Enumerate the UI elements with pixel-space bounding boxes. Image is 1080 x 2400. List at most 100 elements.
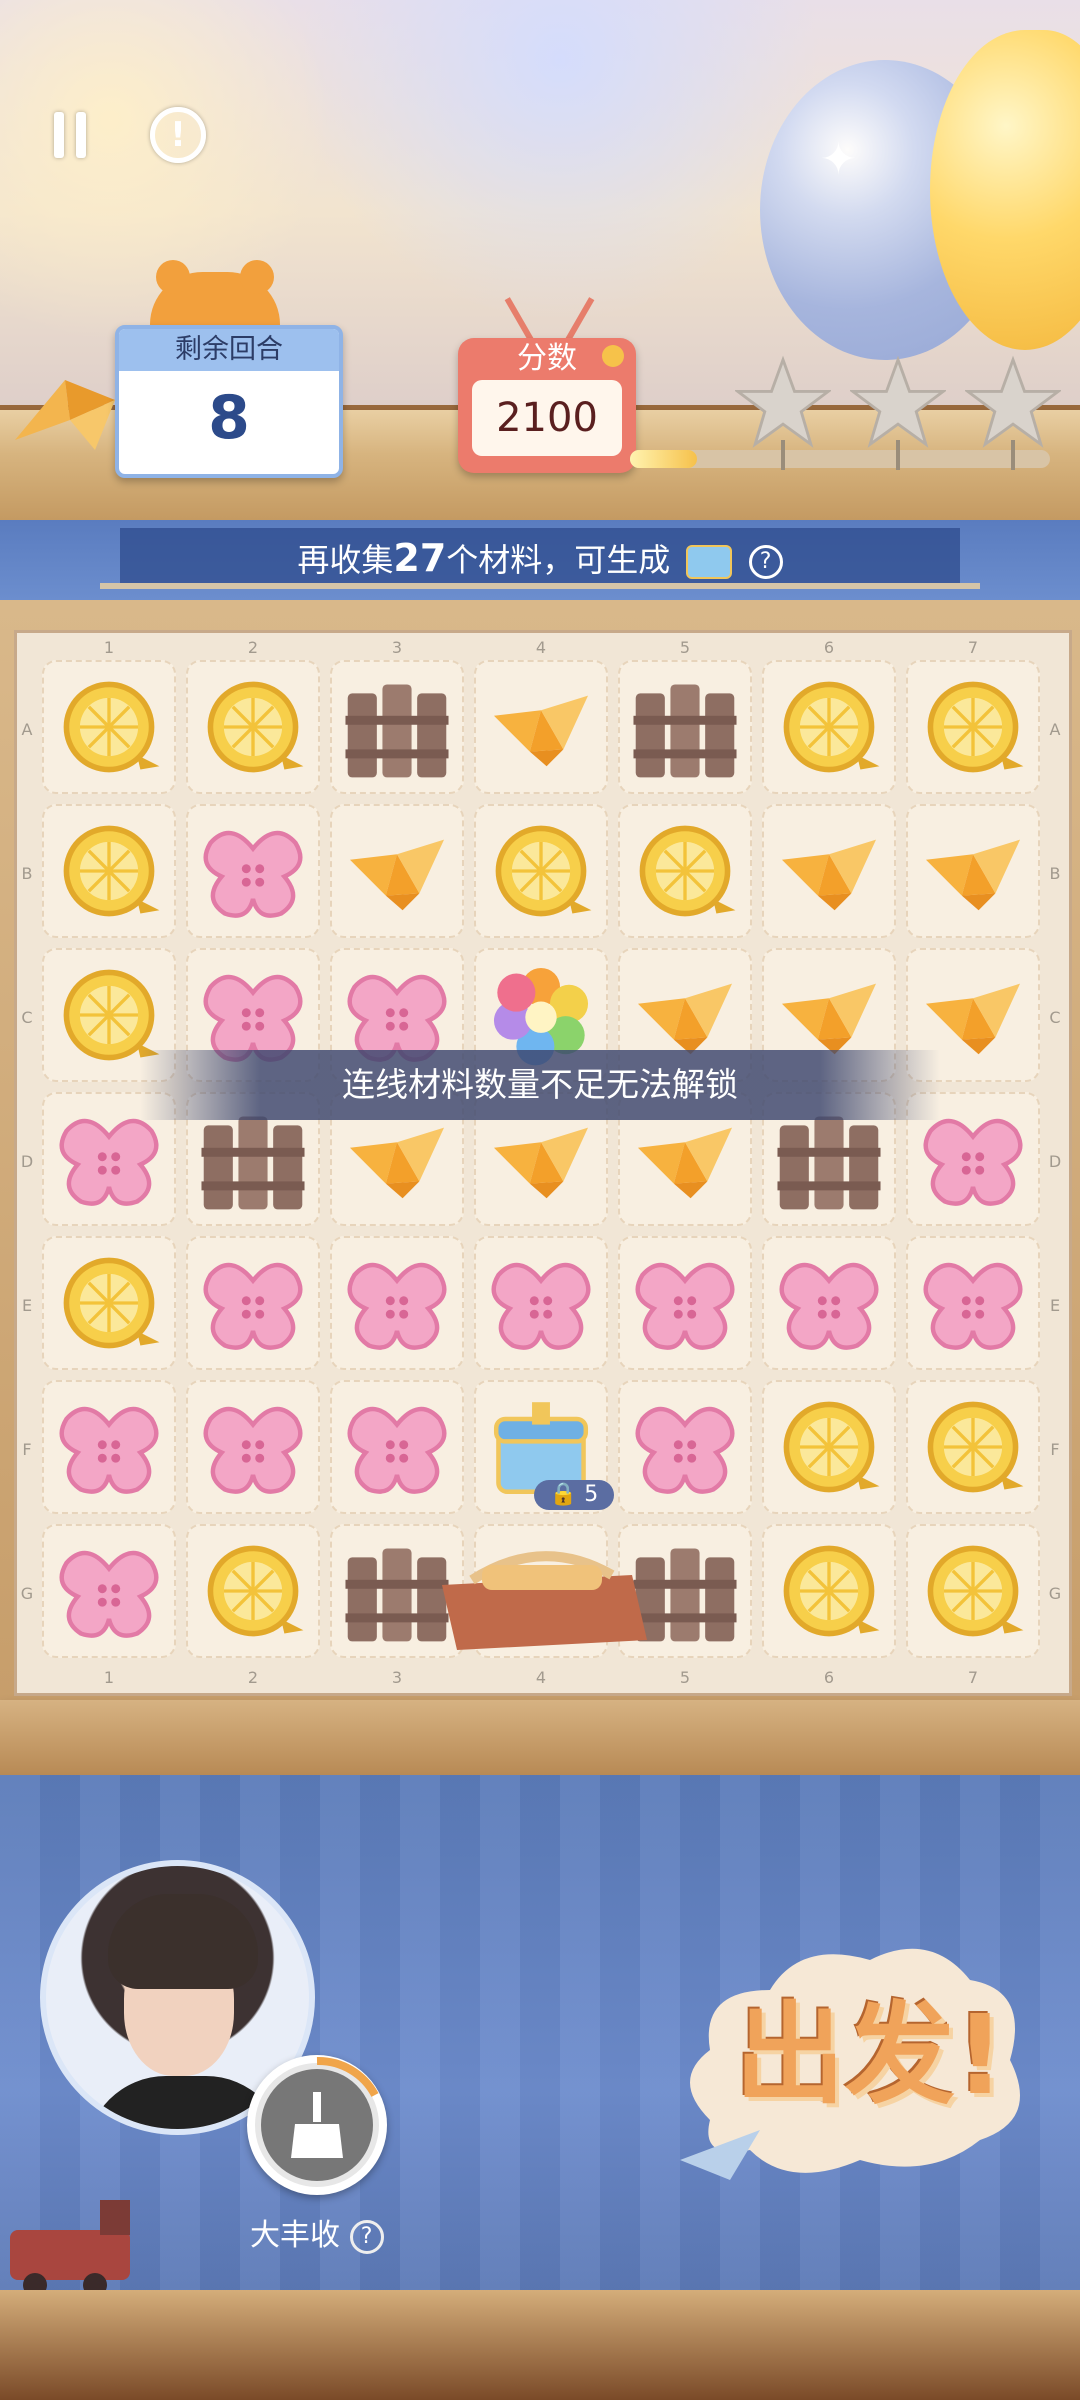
avatar-hair xyxy=(108,1894,258,1989)
board-cell-A1[interactable] xyxy=(42,660,176,794)
board-cell-A2[interactable] xyxy=(186,660,320,794)
board-cell-F1[interactable] xyxy=(42,1380,176,1514)
board-cell-E6[interactable] xyxy=(762,1236,896,1370)
floor xyxy=(0,2290,1080,2400)
moves-panel: 剩余回合 8 xyxy=(115,325,343,478)
board-cell-G2[interactable] xyxy=(186,1524,320,1658)
column-label: 5 xyxy=(679,638,691,657)
lemon-icon xyxy=(63,681,160,773)
goal-suffix: 个材料，可生成 xyxy=(446,541,671,579)
column-label: 7 xyxy=(967,1668,979,1687)
board-cell-F2[interactable] xyxy=(186,1380,320,1514)
button-icon xyxy=(491,1262,591,1350)
picnic-bag-item xyxy=(442,1551,647,1650)
board-cell-F6[interactable] xyxy=(762,1380,896,1514)
star-icon xyxy=(735,355,831,448)
column-label: 6 xyxy=(823,638,835,657)
go-label[interactable]: 出发! xyxy=(730,1990,1010,2120)
button-icon xyxy=(347,1262,447,1350)
lemon-icon xyxy=(783,1401,880,1493)
lemon-icon xyxy=(783,681,880,773)
chest-icon xyxy=(686,545,733,579)
column-label: 3 xyxy=(391,638,403,657)
lemon-icon xyxy=(63,825,160,917)
board-cell-B7[interactable] xyxy=(906,804,1040,938)
row-label: E xyxy=(21,1296,33,1315)
info-button[interactable]: ! xyxy=(143,100,213,170)
board-cell-B1[interactable] xyxy=(42,804,176,938)
board-cell-E4[interactable] xyxy=(474,1236,608,1370)
row-label: A xyxy=(1049,720,1061,739)
column-label: 5 xyxy=(679,1668,691,1687)
board-cell-G1[interactable] xyxy=(42,1524,176,1658)
crane-icon xyxy=(493,695,589,767)
row-label: G xyxy=(20,1584,34,1603)
board-cell-F5[interactable] xyxy=(618,1380,752,1514)
column-label: 1 xyxy=(103,1668,115,1687)
board-cell-B2[interactable] xyxy=(186,804,320,938)
board-cell-F3[interactable] xyxy=(330,1380,464,1514)
skill-label: 大丰收 ? xyxy=(250,2210,400,2254)
board-cell-E1[interactable] xyxy=(42,1236,176,1370)
column-label: 4 xyxy=(535,1668,547,1687)
question-icon[interactable]: ? xyxy=(748,545,783,579)
crane-icon xyxy=(349,839,445,911)
crane-icon xyxy=(925,839,1021,911)
row-label: C xyxy=(1049,1008,1061,1027)
goal-count: 27 xyxy=(393,536,447,580)
board-cell-E7[interactable] xyxy=(906,1236,1040,1370)
bottom-shelf xyxy=(0,1700,1080,1775)
lemon-icon xyxy=(207,681,304,773)
fence-icon xyxy=(345,684,449,778)
button-icon xyxy=(203,1262,303,1350)
row-label: C xyxy=(21,1008,33,1027)
skill-name: 大丰收 xyxy=(250,2218,340,2253)
board-cell-F7[interactable] xyxy=(906,1380,1040,1514)
lock-count: 5 xyxy=(584,1482,599,1507)
board-cell-E2[interactable] xyxy=(186,1236,320,1370)
question-icon[interactable]: ? xyxy=(349,2219,384,2254)
row-label: F xyxy=(22,1440,32,1459)
button-icon xyxy=(923,1262,1023,1350)
train-decoration xyxy=(10,2200,130,2297)
column-label: 3 xyxy=(391,1668,403,1687)
lemon-icon xyxy=(495,825,592,917)
button-icon xyxy=(635,1262,735,1350)
crane-icon xyxy=(781,839,877,911)
row-label: A xyxy=(21,720,33,739)
lemon-icon xyxy=(927,681,1024,773)
column-label: 1 xyxy=(103,638,115,657)
board-cell-B4[interactable] xyxy=(474,804,608,938)
lock-counter: 🔒 5 xyxy=(534,1480,614,1510)
banner-rail xyxy=(100,583,980,589)
button-icon xyxy=(59,1406,159,1494)
score-progress-bar xyxy=(630,450,1050,468)
board-cell-A4[interactable] xyxy=(474,660,608,794)
fence-icon xyxy=(633,684,737,778)
column-label: 6 xyxy=(823,1668,835,1687)
lemon-icon xyxy=(927,1545,1024,1637)
lemon-icon xyxy=(927,1401,1024,1493)
board-cell-E3[interactable] xyxy=(330,1236,464,1370)
score-value: 2100 xyxy=(472,380,622,456)
board-cell-B3[interactable] xyxy=(330,804,464,938)
skill-button[interactable] xyxy=(247,2055,387,2195)
column-label: 2 xyxy=(247,1668,259,1687)
skill-charge-ring xyxy=(316,2056,379,2097)
moves-value: 8 xyxy=(208,383,250,453)
column-label: 7 xyxy=(967,638,979,657)
row-label: G xyxy=(1048,1584,1062,1603)
board-cell-E5[interactable] xyxy=(618,1236,752,1370)
board-cell-G6[interactable] xyxy=(762,1524,896,1658)
goal-banner: 再收集27个材料，可生成 ? xyxy=(120,528,960,588)
lemon-icon xyxy=(207,1545,304,1637)
board-cell-G7[interactable] xyxy=(906,1524,1040,1658)
star-icon xyxy=(965,355,1061,448)
board-cell-A3[interactable] xyxy=(330,660,464,794)
board-cell-B6[interactable] xyxy=(762,804,896,938)
board-cell-A5[interactable] xyxy=(618,660,752,794)
board-cell-A6[interactable] xyxy=(762,660,896,794)
board-cell-B5[interactable] xyxy=(618,804,752,938)
pause-button[interactable] xyxy=(35,100,105,170)
board-cell-A7[interactable] xyxy=(906,660,1040,794)
